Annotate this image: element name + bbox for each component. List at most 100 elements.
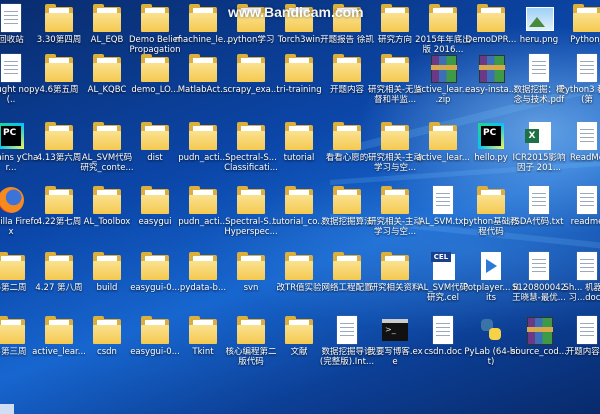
folder-icon [475,185,507,215]
icon-part [580,271,594,272]
icon-part [529,54,549,82]
folder-icon [187,185,219,215]
icon-part [489,328,501,340]
folder-icon [139,53,171,83]
icon-part [93,325,121,344]
icon-part [431,65,457,70]
folder-icon [379,121,411,151]
desktop-icon-label: Python3 教程(第 [559,85,600,105]
icon-part [436,327,450,328]
folder-icon [0,251,27,281]
folder-icon [379,185,411,215]
folder-icon [91,3,123,33]
icon-part [189,325,217,344]
folder-icon [235,251,267,281]
icon-part [433,316,453,344]
icon-part [436,197,450,198]
icon-part [580,259,594,260]
icon-part [580,69,594,70]
icon-part [333,195,361,214]
icon-part [340,327,354,328]
folder-icon [187,251,219,281]
folder-icon [283,251,315,281]
desktop-icon[interactable]: readme [558,182,600,246]
icon-part [381,63,409,82]
icon-part [532,197,546,198]
document-icon [523,53,555,83]
icon-part [285,195,313,214]
icon-part [532,61,546,62]
icon-part [477,13,505,32]
icon-part [340,323,354,324]
icon-part: PC [481,126,501,146]
icon-part [532,201,546,202]
desktop-icon[interactable]: ReadMe [558,118,600,182]
folder-icon [43,3,75,33]
icon-part [477,195,505,214]
icon-part [532,267,546,268]
image-icon [523,3,555,33]
icon-part [532,65,546,66]
spreadsheet-icon: X [523,121,555,151]
document-icon [523,251,555,281]
icon-part [4,69,18,70]
icon-part [4,61,18,62]
icon-part [577,122,597,150]
document-icon [331,315,363,345]
icon-part [436,201,450,202]
desktop-icon-grid: 回收站 3.30第四周 AL_EQB Demo Belief Propagation m… [0,0,600,414]
icon-part [45,195,73,214]
icon-part [237,195,265,214]
icon-part [45,131,73,150]
icon-part [237,325,265,344]
icon-part [189,63,217,82]
icon-part [436,323,450,324]
desktop-icon[interactable]: Python3 教程(第 [558,50,600,114]
folder-icon [187,53,219,83]
folder-icon [43,53,75,83]
icon-part [4,73,18,74]
desktop-icon[interactable]: 开题内容研 [558,312,600,376]
icon-part [93,13,121,32]
icon-part [189,131,217,150]
icon-part [436,205,450,206]
folder-icon [43,121,75,151]
document-icon [427,315,459,345]
icon-part [580,73,594,74]
icon-part [333,261,361,280]
document-icon [523,185,555,215]
icon-part [141,261,169,280]
desktop-icon-label: readme [570,217,600,227]
icon-part [532,193,546,194]
document-icon [571,315,600,345]
desktop-icon-label: ReadMe [570,153,600,163]
folder-icon [139,3,171,33]
folder-icon [283,121,315,151]
icon-part [141,131,169,150]
icon-part [436,335,450,336]
folder-icon [379,53,411,83]
icon-part [580,141,594,142]
icon-part [436,193,450,194]
icon-part: CEL [431,252,451,262]
icon-part [1,54,21,82]
icon-part [580,129,594,130]
icon-part [381,131,409,150]
icon-part [141,63,169,82]
icon-part [580,205,594,206]
icon-part [93,195,121,214]
desktop-icon[interactable]: Sh... 机器学习...docx [558,248,600,312]
folder-icon [187,315,219,345]
folder-icon [331,185,363,215]
icon-part [580,331,594,332]
icon-part [93,63,121,82]
folder-icon [235,315,267,345]
icon-part [189,13,217,32]
icon-part [580,323,594,324]
folder-icon [427,3,459,33]
icon-part [532,205,546,206]
folder-icon [91,251,123,281]
icon-part [141,195,169,214]
icon-part [1,4,21,32]
folder-icon [91,185,123,215]
